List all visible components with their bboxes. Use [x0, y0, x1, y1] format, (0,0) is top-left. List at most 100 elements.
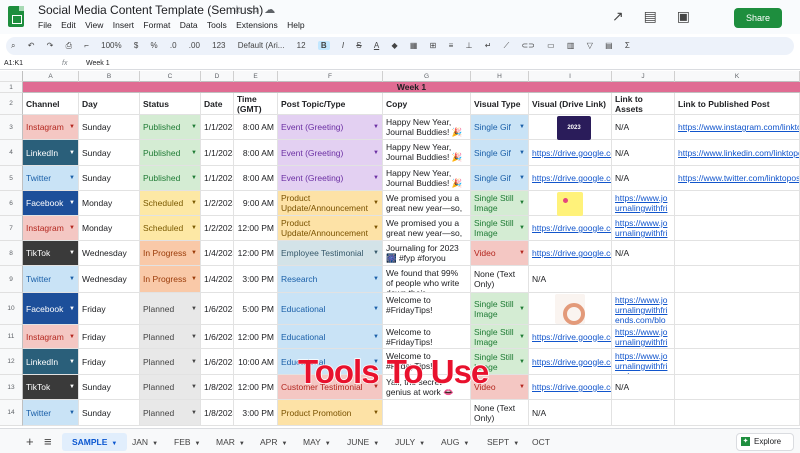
chevron-down-icon[interactable]: ▼: [239, 441, 245, 447]
chevron-down-icon[interactable]: ▼: [191, 382, 197, 392]
redo-icon[interactable]: ↷: [47, 41, 54, 50]
chevron-down-icon[interactable]: ▼: [191, 248, 197, 258]
font-select[interactable]: Default (Ari...: [238, 41, 285, 50]
visual-thumbnail[interactable]: [557, 192, 583, 216]
channel-cell[interactable]: Instagram ▼: [23, 115, 79, 140]
status-cell[interactable]: Scheduled ▼: [140, 191, 201, 216]
chevron-down-icon[interactable]: ▼: [419, 441, 425, 447]
date-cell[interactable]: 1/2/2023: [201, 216, 234, 241]
channel-cell[interactable]: LinkedIn ▼: [23, 140, 79, 166]
published-link-cell[interactable]: [675, 349, 800, 375]
zoom-select[interactable]: 100%: [101, 41, 121, 50]
fill-color-icon[interactable]: ◆: [391, 41, 397, 50]
column-header-g[interactable]: G: [383, 71, 471, 82]
day-cell[interactable]: Sunday: [79, 115, 140, 140]
chevron-down-icon[interactable]: ▼: [519, 382, 525, 392]
visual-type-cell[interactable]: Single Still Image ▼: [471, 191, 529, 216]
visual-link-cell[interactable]: https://drive.google.com: [529, 166, 612, 191]
copy-cell[interactable]: We promised you a great new year—so, we …: [383, 191, 471, 216]
day-cell[interactable]: Friday: [79, 293, 140, 325]
channel-cell[interactable]: Instagram ▼: [23, 325, 79, 349]
select-all-corner[interactable]: [0, 71, 23, 82]
topic-cell[interactable]: Employee Testimonial ▼: [278, 241, 383, 266]
sheet-tab-sample[interactable]: SAMPLE ▼: [62, 433, 128, 451]
visual-type-cell[interactable]: None (Text Only): [471, 400, 529, 426]
assets-link-cell[interactable]: [612, 266, 675, 293]
insert-chart-icon[interactable]: ▥: [567, 41, 575, 50]
document-title[interactable]: Social Media Content Template (Semrush): [38, 3, 263, 17]
chevron-down-icon[interactable]: ▼: [69, 148, 75, 158]
week-header-band[interactable]: Week 1: [23, 82, 800, 93]
font-size-input[interactable]: 12: [297, 41, 306, 50]
chevron-down-icon[interactable]: ▼: [373, 304, 379, 314]
date-cell[interactable]: 1/6/2023: [201, 349, 234, 375]
strikethrough-button[interactable]: S: [356, 41, 361, 50]
chevron-down-icon[interactable]: ▼: [69, 408, 75, 418]
copy-cell[interactable]: Happy New Year, Journal Buddies! 🎉: [383, 166, 471, 191]
time-cell[interactable]: 12:00 PM: [234, 241, 278, 266]
sheet-tab-oct[interactable]: OCT: [532, 433, 550, 451]
menu-insert[interactable]: Insert: [113, 20, 134, 30]
chevron-down-icon[interactable]: ▼: [519, 122, 525, 132]
copy-cell[interactable]: Happy New Year, Journal Buddies! 🎉: [383, 115, 471, 140]
published-link-cell[interactable]: [675, 266, 800, 293]
column-header-d[interactable]: D: [201, 71, 234, 82]
chevron-down-icon[interactable]: ▼: [191, 357, 197, 367]
day-cell[interactable]: Monday: [79, 191, 140, 216]
visual-type-cell[interactable]: None (Text Only): [471, 266, 529, 293]
chevron-down-icon[interactable]: ▼: [191, 274, 197, 284]
time-cell[interactable]: 12:00 PM: [234, 216, 278, 241]
row-number[interactable]: 8: [0, 241, 23, 266]
topic-cell[interactable]: Educational ▼: [278, 325, 383, 349]
time-cell[interactable]: 8:00 AM: [234, 115, 278, 140]
date-cell[interactable]: 1/4/2023: [201, 241, 234, 266]
time-cell[interactable]: 5:00 PM: [234, 293, 278, 325]
date-cell[interactable]: 1/8/2023: [201, 400, 234, 426]
visual-type-cell[interactable]: Single Gif ▼: [471, 140, 529, 166]
menu-format[interactable]: Format: [143, 20, 170, 30]
published-link-cell[interactable]: [675, 191, 800, 216]
assets-link-cell[interactable]: N/A: [612, 375, 675, 400]
comment-icon[interactable]: ▤: [644, 8, 657, 24]
chevron-down-icon[interactable]: ▼: [373, 248, 379, 258]
chevron-down-icon[interactable]: ▼: [191, 148, 197, 158]
day-cell[interactable]: Monday: [79, 216, 140, 241]
status-cell[interactable]: Published ▼: [140, 115, 201, 140]
assets-link-cell[interactable]: N/A: [612, 166, 675, 191]
menu-data[interactable]: Data: [180, 20, 198, 30]
menu-tools[interactable]: Tools: [207, 20, 227, 30]
assets-link-cell[interactable]: https://www.journalingwithfriends.com: [612, 349, 675, 375]
published-link-cell[interactable]: [675, 293, 800, 325]
day-cell[interactable]: Sunday: [79, 140, 140, 166]
day-cell[interactable]: Wednesday: [79, 241, 140, 266]
percent-format-button[interactable]: %: [151, 41, 158, 50]
topic-cell[interactable]: Educational ▼: [278, 293, 383, 325]
sheets-logo-icon[interactable]: [8, 6, 24, 27]
insert-comment-icon[interactable]: ▭: [547, 41, 555, 50]
day-cell[interactable]: Friday: [79, 325, 140, 349]
date-cell[interactable]: 1/6/2023: [201, 325, 234, 349]
chevron-down-icon[interactable]: ▼: [69, 248, 75, 258]
visual-type-cell[interactable]: Single Gif ▼: [471, 115, 529, 140]
chevron-down-icon[interactable]: ▼: [69, 382, 75, 392]
status-cell[interactable]: Planned ▼: [140, 349, 201, 375]
undo-icon[interactable]: ↶: [28, 41, 35, 50]
channel-cell[interactable]: TikTok ▼: [23, 375, 79, 400]
row-number[interactable]: 7: [0, 216, 23, 241]
time-cell[interactable]: 10:00 AM: [234, 349, 278, 375]
trend-icon[interactable]: ↗: [612, 8, 624, 24]
visual-link-cell[interactable]: https://drive.google.com: [529, 241, 612, 266]
assets-link-cell[interactable]: N/A: [612, 241, 675, 266]
column-header-b[interactable]: B: [79, 71, 140, 82]
published-link-cell[interactable]: https://www.linkedin.com/linktopost: [675, 140, 800, 166]
add-sheet-icon[interactable]: +: [26, 433, 34, 451]
column-header-j[interactable]: J: [612, 71, 675, 82]
day-cell[interactable]: Friday: [79, 349, 140, 375]
chevron-down-icon[interactable]: ▼: [281, 441, 287, 447]
assets-link-cell[interactable]: https://www.journalingwithfriends.com: [612, 191, 675, 216]
chevron-down-icon[interactable]: ▼: [519, 148, 525, 158]
sheet-tab-july[interactable]: JULY ▼: [395, 433, 425, 451]
chevron-down-icon[interactable]: ▼: [519, 223, 525, 233]
sheet-tab-feb[interactable]: FEB ▼: [174, 433, 200, 451]
published-link-cell[interactable]: https://www.instagram.com/linktopost: [675, 115, 800, 140]
